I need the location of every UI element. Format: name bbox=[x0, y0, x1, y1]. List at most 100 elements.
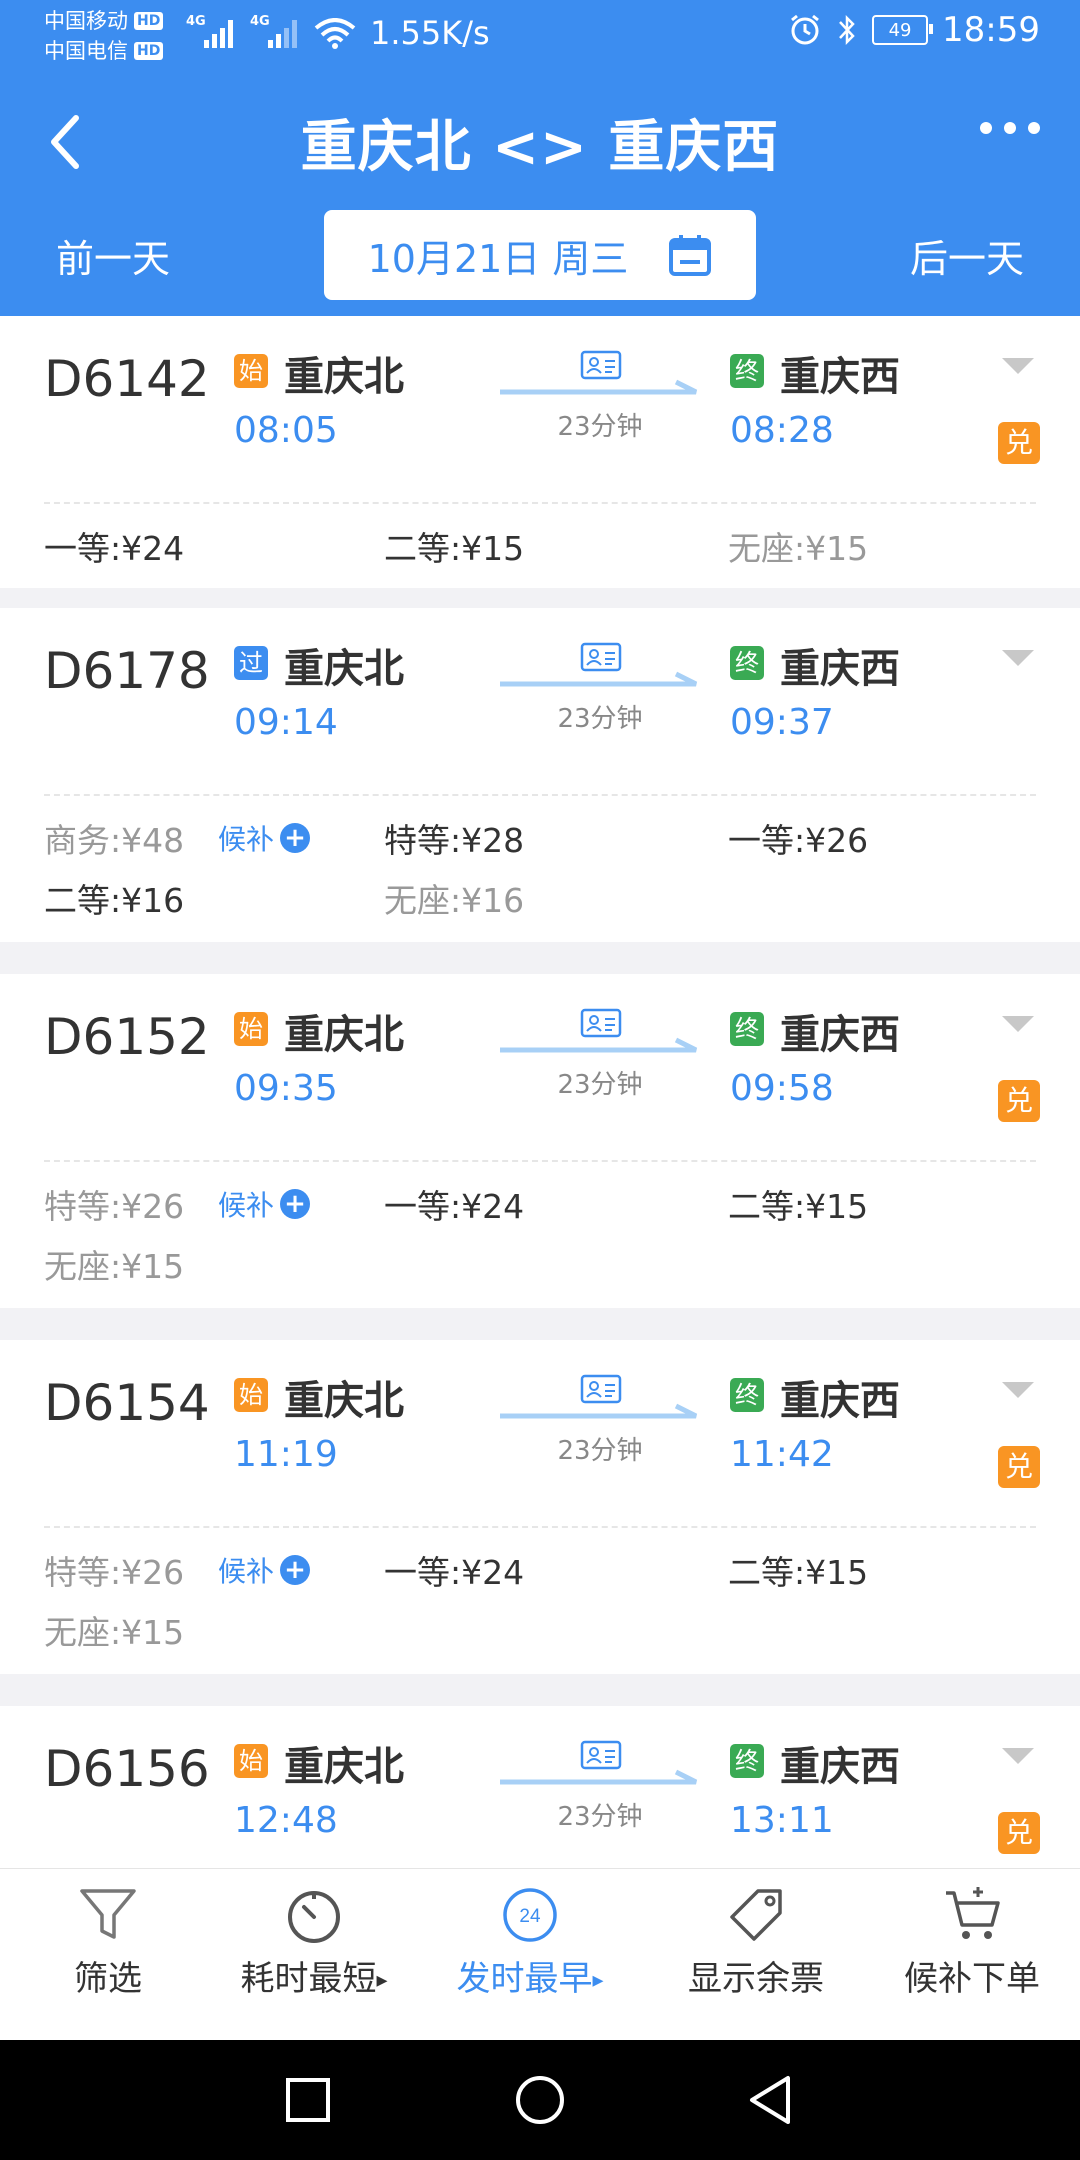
status-right: 49 18:59 bbox=[788, 10, 1040, 50]
svg-text:24: 24 bbox=[519, 1906, 541, 1927]
seat-price: 二等:¥15 bbox=[728, 1553, 869, 1592]
train-number: D6154 bbox=[44, 1374, 210, 1432]
hd-icon: HD bbox=[134, 42, 164, 60]
travel-duration: 23分钟 bbox=[557, 1802, 643, 1832]
departure-station: 重庆北 bbox=[284, 1012, 404, 1058]
clock-24-icon: 24 bbox=[503, 1888, 557, 1942]
bluetooth-icon bbox=[839, 14, 855, 46]
seat-price: 商务:¥48 bbox=[44, 821, 185, 860]
seat-price: 无座:¥15 bbox=[44, 1613, 185, 1652]
divider bbox=[44, 502, 1036, 504]
filter-icon bbox=[80, 1889, 136, 1939]
seat-price: 特等:¥26 bbox=[44, 1187, 185, 1226]
arrival-time: 13:11 bbox=[730, 1800, 834, 1841]
more-icon[interactable] bbox=[980, 122, 1040, 134]
id-card-icon bbox=[580, 1374, 622, 1404]
sort-shortest-button[interactable]: 耗时最短▸ bbox=[214, 1883, 414, 2000]
departure-time: 12:48 bbox=[234, 1800, 338, 1841]
train-number: D6178 bbox=[44, 642, 210, 700]
expand-icon[interactable] bbox=[1000, 1746, 1036, 1766]
date-bar: 前一天 10月21日 周三 后一天 bbox=[0, 210, 1080, 300]
seat-price: 一等:¥24 bbox=[384, 1553, 525, 1592]
train-list: D6142 始 重庆北 08:05 23分钟 终 重庆西 08:28 兑 一等:… bbox=[0, 316, 1080, 1868]
arrival-time: 09:37 bbox=[730, 702, 834, 743]
waitlist-order-button[interactable]: 候补下单 bbox=[872, 1883, 1072, 2000]
id-card-icon bbox=[580, 1740, 622, 1770]
travel-duration: 23分钟 bbox=[557, 704, 643, 734]
expand-icon[interactable] bbox=[1000, 648, 1036, 668]
alarm-icon bbox=[791, 14, 819, 45]
seat-price: 二等:¥15 bbox=[384, 529, 525, 568]
arrival-time: 09:58 bbox=[730, 1068, 834, 1109]
seat-price: 无座:¥15 bbox=[728, 529, 869, 568]
title-bar: 重庆北 <> 重庆西 bbox=[0, 92, 1080, 192]
terminal-badge: 终 bbox=[730, 1012, 764, 1046]
departure-time: 09:35 bbox=[234, 1068, 338, 1109]
cart-icon bbox=[946, 1887, 1000, 1939]
show-remaining-button[interactable]: 显示余票 bbox=[656, 1883, 856, 2000]
departure-station: 重庆北 bbox=[284, 1378, 404, 1424]
filter-label: 筛选 bbox=[74, 1959, 142, 1999]
page-title: 重庆北 <> 重庆西 bbox=[300, 115, 780, 180]
train-card[interactable]: D6178 过 重庆北 09:14 23分钟 终 重庆西 09:37 商务:¥4… bbox=[0, 608, 1080, 942]
seat-price: 二等:¥16 bbox=[44, 881, 185, 920]
exchange-badge: 兑 bbox=[998, 1812, 1040, 1854]
hd-icon: HD bbox=[134, 12, 164, 30]
waitlist-order-label: 候补下单 bbox=[904, 1959, 1040, 1999]
route-arrow-icon bbox=[500, 1403, 698, 1419]
divider bbox=[44, 1526, 1036, 1528]
seat-price: 一等:¥26 bbox=[728, 821, 869, 860]
departure-time: 08:05 bbox=[234, 410, 338, 451]
sort-shortest-label: 耗时最短▸ bbox=[240, 1959, 388, 1999]
expand-icon[interactable] bbox=[1000, 356, 1036, 376]
home-icon[interactable] bbox=[508, 2068, 572, 2132]
train-card[interactable]: D6152 始 重庆北 09:35 23分钟 终 重庆西 09:58 兑 特等:… bbox=[0, 974, 1080, 1308]
terminal-badge: 终 bbox=[730, 1378, 764, 1412]
expand-icon[interactable] bbox=[1000, 1380, 1036, 1400]
train-card[interactable]: D6142 始 重庆北 08:05 23分钟 终 重庆西 08:28 兑 一等:… bbox=[0, 316, 1080, 588]
divider bbox=[44, 794, 1036, 796]
network-speed: 1.55K/s bbox=[370, 14, 490, 52]
exchange-badge: 兑 bbox=[998, 1080, 1040, 1122]
sort-earliest-button[interactable]: 24 发时最早▸ bbox=[430, 1883, 630, 2000]
calendar-icon bbox=[669, 235, 712, 276]
waitlist-button[interactable]: 候补 + bbox=[218, 1184, 311, 1224]
status-bar: 中国移动 HD 中国电信 HD 4G 4G 1.55K/s 49 18:59 bbox=[0, 0, 1080, 78]
signal-icon bbox=[268, 16, 297, 48]
sort-earliest-label: 发时最早▸ bbox=[456, 1959, 604, 1999]
travel-duration: 23分钟 bbox=[557, 1436, 643, 1466]
prev-day-button[interactable]: 前一天 bbox=[56, 228, 170, 283]
train-card[interactable]: D6154 始 重庆北 11:19 23分钟 终 重庆西 11:42 兑 特等:… bbox=[0, 1340, 1080, 1674]
seat-price: 特等:¥26 bbox=[44, 1553, 185, 1592]
terminal-badge: 终 bbox=[730, 646, 764, 680]
expand-icon[interactable] bbox=[1000, 1014, 1036, 1034]
seat-price: 一等:¥24 bbox=[44, 529, 185, 568]
recents-icon[interactable] bbox=[276, 2068, 340, 2132]
plus-icon: + bbox=[280, 1555, 311, 1585]
filter-button[interactable]: 筛选 bbox=[8, 1883, 208, 2000]
tag-icon bbox=[730, 1889, 782, 1941]
clock: 18:59 bbox=[942, 10, 1040, 50]
back-nav-icon[interactable] bbox=[740, 2068, 804, 2132]
carrier-2: 中国电信 bbox=[44, 39, 128, 63]
route-arrow-icon bbox=[500, 671, 698, 687]
system-nav-bar bbox=[0, 2040, 1080, 2160]
route-arrow-icon bbox=[500, 1769, 698, 1785]
train-number: D6156 bbox=[44, 1740, 210, 1798]
origin-badge: 始 bbox=[234, 1744, 268, 1778]
seat-price: 无座:¥16 bbox=[384, 881, 525, 920]
arrival-station: 重庆西 bbox=[780, 1744, 900, 1790]
next-day-button[interactable]: 后一天 bbox=[910, 228, 1024, 283]
carrier-1: 中国移动 bbox=[44, 9, 128, 33]
departure-station: 重庆北 bbox=[284, 646, 404, 692]
arrival-time: 08:28 bbox=[730, 410, 834, 451]
arrival-station: 重庆西 bbox=[780, 1378, 900, 1424]
waitlist-button[interactable]: 候补 + bbox=[218, 1550, 311, 1590]
seat-price: 无座:¥15 bbox=[44, 1247, 185, 1286]
date-picker[interactable]: 10月21日 周三 bbox=[324, 210, 756, 300]
arrival-station: 重庆西 bbox=[780, 646, 900, 692]
waitlist-button[interactable]: 候补 + bbox=[218, 818, 311, 858]
train-card[interactable]: D6156 始 重庆北 12:48 23分钟 终 重庆西 13:11 兑 bbox=[0, 1706, 1080, 1868]
id-card-icon bbox=[580, 350, 622, 380]
plus-icon: + bbox=[280, 823, 311, 853]
